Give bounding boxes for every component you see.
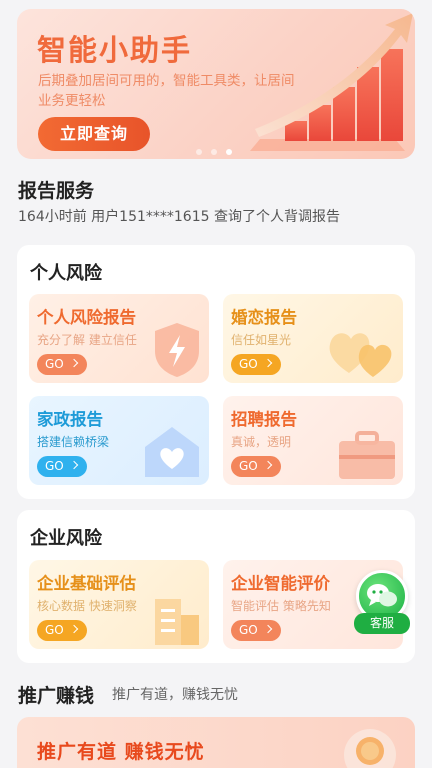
customer-service-button[interactable]: 客服 xyxy=(352,570,412,636)
enterprise-basic-assessment-card[interactable]: 企业基础评估 核心数据 快速洞察 GO xyxy=(29,560,209,649)
go-label: GO xyxy=(239,623,258,637)
house-heart-icon xyxy=(145,427,199,477)
tile-subtitle: 真诚，透明 xyxy=(231,435,292,449)
housekeeping-report-card[interactable]: 家政报告 搭建信赖桥梁 GO xyxy=(29,396,209,485)
tile-title: 招聘报告 xyxy=(231,410,297,429)
carousel-dots xyxy=(196,149,232,155)
promotion-title: 推广赚钱 xyxy=(18,685,95,707)
go-button[interactable]: GO xyxy=(37,354,87,375)
chevron-right-icon xyxy=(263,358,273,368)
tile-subtitle: 搭建信赖桥梁 xyxy=(37,435,110,449)
customer-service-label: 客服 xyxy=(354,613,410,634)
go-label: GO xyxy=(239,459,258,473)
go-label: GO xyxy=(239,357,258,371)
banner-title: 智能小助手 xyxy=(37,33,193,67)
carousel-dot[interactable] xyxy=(196,149,202,155)
enterprise-risk-title: 企业风险 xyxy=(30,528,102,549)
go-button[interactable]: GO xyxy=(231,456,281,477)
chevron-right-icon xyxy=(263,624,273,634)
go-button[interactable]: GO xyxy=(37,620,87,641)
go-label: GO xyxy=(45,623,64,637)
go-button[interactable]: GO xyxy=(37,456,87,477)
tile-subtitle: 核心数据 快速洞察 xyxy=(37,599,137,613)
promotion-subtitle: 推广有道，赚钱无忧 xyxy=(112,687,238,703)
tile-title: 企业基础评估 xyxy=(37,574,136,593)
personal-risk-report-card[interactable]: 个人风险报告 充分了解 建立信任 GO xyxy=(29,294,209,383)
query-notice: 164小时前 用户151****1615 查询了个人背调报告 xyxy=(18,209,340,225)
tile-subtitle: 信任如星光 xyxy=(231,333,292,347)
carousel-dot[interactable] xyxy=(211,149,217,155)
shield-bolt-icon xyxy=(155,323,199,377)
chevron-right-icon xyxy=(69,460,79,470)
personal-risk-panel: 个人风险 个人风险报告 充分了解 建立信任 GO 婚恋报告 信任如星光 GO 家… xyxy=(17,245,415,499)
tile-title: 婚恋报告 xyxy=(231,308,297,327)
tile-subtitle: 智能评估 策略先知 xyxy=(231,599,331,613)
go-label: GO xyxy=(45,357,64,371)
personal-risk-title: 个人风险 xyxy=(30,263,102,284)
chevron-right-icon xyxy=(263,460,273,470)
tile-subtitle: 充分了解 建立信任 xyxy=(37,333,137,347)
query-now-button[interactable]: 立即查询 xyxy=(38,117,150,151)
banner-description: 后期叠加居间可用的，智能工具类，让居间业务更轻松 xyxy=(38,73,295,109)
tile-title: 个人风险报告 xyxy=(37,308,136,327)
hearts-icon xyxy=(329,333,392,377)
promotion-banner-title: 推广有道 赚钱无忧 xyxy=(37,741,205,763)
promotion-banner[interactable]: 推广有道 赚钱无忧 xyxy=(17,717,415,768)
carousel-dot-active[interactable] xyxy=(226,149,232,155)
go-button[interactable]: GO xyxy=(231,354,281,375)
tile-title: 企业智能评价 xyxy=(231,574,330,593)
building-icon xyxy=(155,599,199,645)
briefcase-icon xyxy=(339,431,395,479)
recruitment-report-card[interactable]: 招聘报告 真诚，透明 GO xyxy=(223,396,403,485)
assistant-banner[interactable]: 智能小助手 后期叠加居间可用的，智能工具类，让居间业务更轻松 立即查询 xyxy=(17,9,415,159)
chevron-right-icon xyxy=(69,358,79,368)
coin-jar-icon xyxy=(344,729,396,768)
go-button[interactable]: GO xyxy=(231,620,281,641)
marriage-report-card[interactable]: 婚恋报告 信任如星光 GO xyxy=(223,294,403,383)
report-service-title: 报告服务 xyxy=(18,180,95,202)
go-label: GO xyxy=(45,459,64,473)
chevron-right-icon xyxy=(69,624,79,634)
tile-title: 家政报告 xyxy=(37,410,103,429)
